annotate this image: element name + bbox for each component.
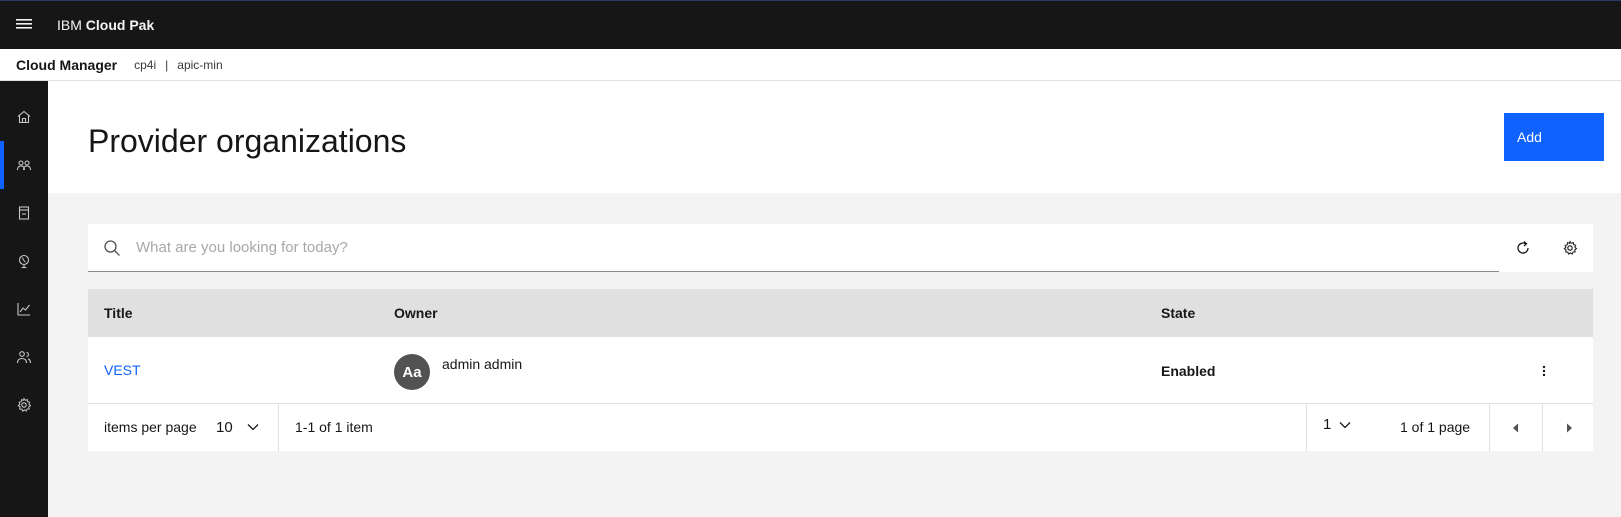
- chevron-down-icon: [247, 424, 259, 431]
- search-field: [88, 224, 1499, 272]
- breadcrumb: Cloud Manager cp4i | apic-min: [0, 49, 1621, 81]
- items-per-page-select[interactable]: 10: [216, 415, 259, 439]
- table-row: VEST Aa admin admin Enabled: [88, 337, 1593, 404]
- status-badge: Enabled: [1161, 363, 1216, 379]
- rail-item-settings[interactable]: [0, 381, 48, 429]
- row-title-link[interactable]: VEST: [104, 362, 141, 378]
- rail-item-provider-organizations[interactable]: [0, 141, 48, 189]
- page-select[interactable]: 1: [1323, 416, 1351, 433]
- gear-icon: [1562, 240, 1577, 255]
- gear-icon: [17, 397, 32, 412]
- search-icon: [88, 224, 136, 272]
- pagination-divider: [1306, 404, 1307, 451]
- breadcrumb-item-instance: apic-min: [177, 57, 223, 72]
- rail-item-members[interactable]: [0, 333, 48, 381]
- caret-right-icon: [1567, 423, 1572, 432]
- pagination: items per page 10 1-1 of 1 item 1 1 of 1…: [88, 404, 1593, 451]
- side-nav-rail: [0, 81, 48, 517]
- items-per-page-label: items per page: [104, 419, 197, 435]
- document-icon: [18, 206, 30, 220]
- avatar: Aa: [394, 354, 430, 390]
- provider-organizations-table: Title Owner State VEST Aa admin admin En…: [88, 289, 1593, 404]
- page-header: Provider organizations Add: [48, 81, 1621, 193]
- table-settings-button[interactable]: [1546, 224, 1593, 272]
- column-header-state[interactable]: State: [1161, 305, 1195, 321]
- owner-name: admin admin: [442, 356, 523, 372]
- items-per-page-value: 10: [216, 418, 233, 436]
- row-overflow-menu[interactable]: [1528, 355, 1560, 387]
- top-bar: IBM Cloud Pak: [0, 0, 1621, 49]
- brand-name[interactable]: IBM Cloud Pak: [57, 17, 154, 33]
- column-header-title[interactable]: Title: [104, 305, 133, 321]
- rail-item-resources[interactable]: [0, 189, 48, 237]
- pagination-range: 1-1 of 1 item: [295, 419, 373, 435]
- globe-icon: [18, 254, 30, 269]
- next-page-button[interactable]: [1543, 404, 1595, 451]
- previous-page-button[interactable]: [1490, 404, 1542, 451]
- chevron-down-icon: [1339, 421, 1351, 428]
- breadcrumb-item-namespace: cp4i: [134, 57, 157, 72]
- add-button[interactable]: Add: [1504, 113, 1604, 161]
- breadcrumb-separator: |: [165, 57, 169, 72]
- caret-left-icon: [1513, 423, 1518, 432]
- brand-prefix: IBM: [57, 17, 82, 33]
- pagination-divider: [278, 404, 279, 451]
- page-title: Provider organizations: [88, 123, 407, 159]
- rail-item-topology[interactable]: [0, 237, 48, 285]
- breadcrumb-app[interactable]: Cloud Manager: [16, 57, 117, 73]
- search-input[interactable]: [136, 239, 1499, 256]
- chart-icon: [17, 303, 30, 316]
- table-header: Title Owner State: [88, 289, 1593, 337]
- overflow-menu-icon: [1542, 365, 1546, 377]
- column-header-owner[interactable]: Owner: [394, 305, 438, 321]
- users-icon: [16, 160, 32, 171]
- pagination-of-pages: 1 of 1 page: [1400, 419, 1471, 435]
- page-number: 1: [1323, 416, 1332, 433]
- home-icon: [17, 110, 31, 124]
- user-group-icon: [16, 351, 32, 364]
- hamburger-menu-icon[interactable]: [0, 1, 48, 49]
- rail-item-analytics[interactable]: [0, 285, 48, 333]
- rail-item-home[interactable]: [0, 93, 48, 141]
- table-toolbar: [88, 224, 1593, 272]
- refresh-button[interactable]: [1499, 224, 1546, 272]
- refresh-icon: [1516, 241, 1529, 254]
- brand-product: Cloud Pak: [85, 17, 155, 33]
